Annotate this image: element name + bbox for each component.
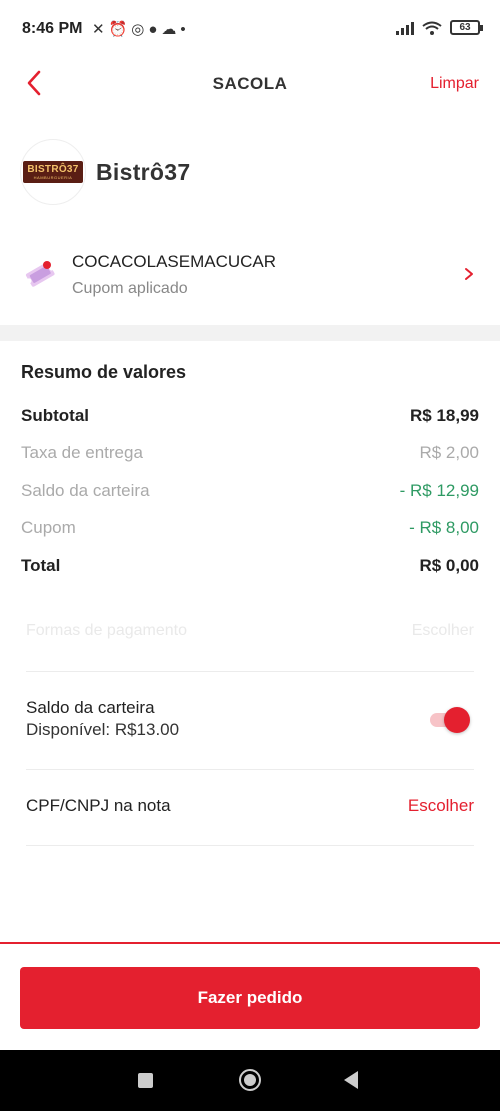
summary-value: R$ 18,99 xyxy=(410,406,479,425)
app-header: SACOLA Limpar xyxy=(0,56,500,112)
home-icon[interactable] xyxy=(239,1069,261,1091)
summary-row-total: Total R$ 0,00 xyxy=(21,556,479,580)
payment-choose-button[interactable]: Escolher xyxy=(412,622,474,640)
wifi-icon xyxy=(422,21,442,35)
summary-value: - R$ 8,00 xyxy=(409,518,479,537)
summary-row-coupon: Cupom - R$ 8,00 xyxy=(21,518,479,542)
summary-row-subtotal: Subtotal R$ 18,99 xyxy=(21,406,479,430)
system-nav-bar xyxy=(0,1050,500,1111)
clear-button[interactable]: Limpar xyxy=(430,75,479,93)
store-logo: BISTRÔ37 HAMBURGUERIA xyxy=(20,139,86,205)
footer-accent-line xyxy=(0,942,500,944)
cpf-choose-button[interactable]: Escolher xyxy=(408,796,474,816)
page-title: SACOLA xyxy=(212,74,288,93)
cpf-label: CPF/CNPJ na nota xyxy=(26,796,171,815)
status-bar: 8:46 PM ✕⏰◎●☁• 63 xyxy=(0,0,500,56)
wallet-available: Disponível: R$13.00 xyxy=(26,720,180,739)
store-logo-text: BISTRÔ37 xyxy=(27,164,79,175)
summary-value: - R$ 12,99 xyxy=(399,481,479,500)
cloud-icon: ☁ xyxy=(161,21,181,38)
status-time: 8:46 PM xyxy=(22,20,83,37)
divider xyxy=(26,845,474,846)
coupon-status: Cupom aplicado xyxy=(72,280,188,297)
summary-title: Resumo de valores xyxy=(21,362,187,382)
battery-icon: 63 xyxy=(450,20,483,35)
store-info[interactable]: BISTRÔ37 HAMBURGUERIA Bistrô37 xyxy=(20,138,480,206)
muted-bell-icon: ✕ xyxy=(92,21,109,38)
dot-icon: • xyxy=(180,21,190,38)
summary-value: R$ 2,00 xyxy=(419,443,479,462)
payment-methods-row[interactable]: Formas de pagamento Escolher xyxy=(26,622,474,640)
store-logo-subtext: HAMBURGUERIA xyxy=(33,175,73,180)
cpf-row[interactable]: CPF/CNPJ na nota Escolher xyxy=(26,796,474,816)
summary-label: Taxa de entrega xyxy=(21,443,143,462)
coupon-row[interactable]: COCACOLASEMACUCAR Cupom aplicado xyxy=(0,246,500,312)
summary-label: Cupom xyxy=(21,518,76,537)
summary-row-delivery-fee: Taxa de entrega R$ 2,00 xyxy=(21,443,479,467)
summary-row-wallet: Saldo da carteira - R$ 12,99 xyxy=(21,481,479,505)
spotify-icon: ● xyxy=(148,21,162,38)
alarm-icon: ⏰ xyxy=(108,21,132,38)
divider xyxy=(26,671,474,672)
summary-value: R$ 0,00 xyxy=(419,556,479,575)
wallet-title: Saldo da carteira xyxy=(26,698,155,717)
notification-icons: ✕⏰◎●☁• xyxy=(92,20,190,38)
coupon-ticket-icon xyxy=(25,261,55,287)
place-order-button[interactable]: Fazer pedido xyxy=(20,967,480,1029)
wallet-toggle[interactable] xyxy=(430,707,470,733)
payment-methods-label: Formas de pagamento xyxy=(26,622,187,639)
recents-icon[interactable] xyxy=(138,1073,153,1088)
section-divider xyxy=(0,325,500,341)
chevron-right-icon xyxy=(465,268,473,280)
divider xyxy=(26,769,474,770)
signal-icon xyxy=(396,21,414,35)
store-name: Bistrô37 xyxy=(96,158,191,185)
summary-label: Total xyxy=(21,556,61,575)
coupon-code: COCACOLASEMACUCAR xyxy=(72,252,277,271)
summary-label: Subtotal xyxy=(21,406,89,425)
summary-label: Saldo da carteira xyxy=(21,481,150,500)
back-icon[interactable] xyxy=(344,1071,358,1089)
whatsapp-icon: ◎ xyxy=(131,21,149,38)
wallet-row: Saldo da carteira Disponível: R$13.00 xyxy=(26,698,474,758)
